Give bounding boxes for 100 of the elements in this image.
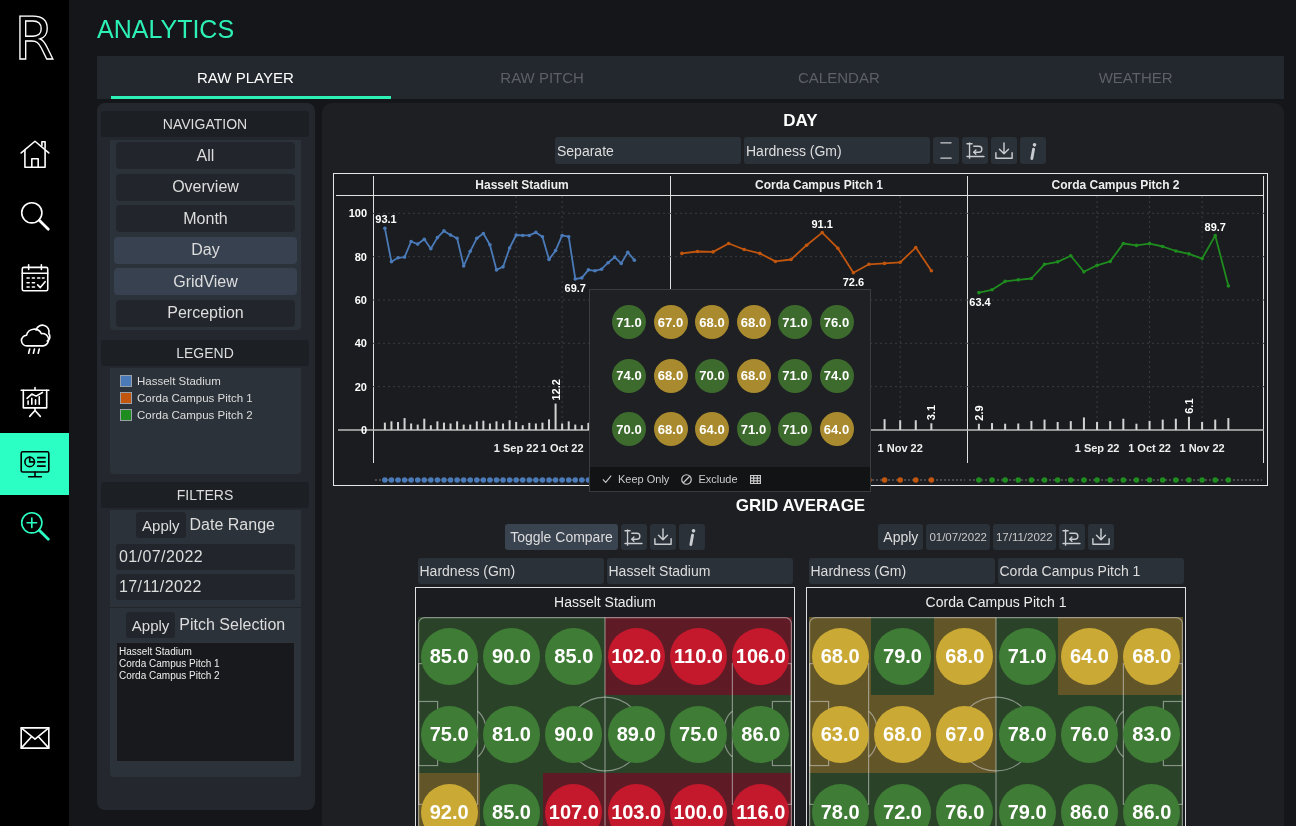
data-point — [1160, 244, 1165, 249]
download-icon — [653, 528, 672, 546]
data-bar — [914, 420, 917, 430]
value-badge: 103.0 — [607, 783, 665, 826]
data-label: 3.1 — [925, 405, 938, 421]
timeline-strip-drawing[interactable] — [968, 477, 1263, 483]
axis-label: 60 — [354, 294, 367, 306]
download-icon — [1091, 528, 1110, 546]
data-bar — [508, 420, 511, 430]
data-bar — [534, 423, 537, 430]
value-badge: 71.0 — [998, 627, 1056, 685]
value-badge: 68.0 — [936, 627, 994, 685]
data-bar — [567, 421, 570, 430]
data-point — [619, 261, 624, 266]
dropdown[interactable]: Hardness (Gm) — [744, 137, 930, 164]
data-bar — [488, 423, 491, 430]
value-badge: 74.0 — [819, 358, 854, 393]
axis-button[interactable] — [1058, 524, 1085, 550]
info-button[interactable] — [678, 524, 705, 550]
data-point — [461, 264, 466, 268]
value-badge: 72.0 — [874, 783, 931, 826]
data-bar — [1214, 419, 1217, 430]
tooltip-action-button[interactable]: Keep Only — [602, 473, 670, 485]
info-button[interactable] — [1020, 137, 1046, 164]
download-button[interactable] — [649, 524, 676, 550]
tab[interactable]: RAW PLAYER — [97, 56, 394, 99]
data-point — [566, 234, 571, 239]
value-badge: 75.0 — [670, 705, 727, 763]
data-point — [409, 239, 413, 244]
toolbar-button[interactable]: Apply — [878, 524, 924, 550]
nav-button[interactable]: All — [116, 142, 295, 169]
data-point — [1200, 256, 1204, 261]
axis-label: 20 — [354, 380, 367, 393]
data-point — [553, 248, 558, 253]
download-button[interactable] — [1087, 524, 1114, 550]
value-badge: 68.0 — [736, 358, 771, 393]
data-bar — [554, 403, 557, 430]
data-point — [481, 231, 486, 236]
value-badge: 67.0 — [653, 305, 688, 339]
list-option[interactable]: Corda Campus Pitch 1 — [119, 658, 292, 670]
axis-button[interactable] — [962, 137, 988, 164]
axis-label: 80 — [354, 250, 367, 263]
range-button[interactable] — [933, 137, 959, 164]
apply-button[interactable]: Apply — [136, 512, 186, 538]
value-badge: 85.0 — [545, 627, 603, 685]
toolbar-button[interactable]: Toggle Compare — [505, 524, 618, 550]
value-badge: 79.0 — [874, 627, 931, 685]
data-point — [1095, 263, 1099, 268]
data-point — [422, 237, 427, 242]
dropdown[interactable]: Corda Campus Pitch 1 — [997, 558, 1184, 584]
download-icon — [995, 141, 1013, 160]
legend-label: Hasselt Stadium — [137, 374, 221, 387]
legend-label: Corda Campus Pitch 2 — [137, 408, 253, 421]
date-field[interactable]: 17/11/2022 — [992, 524, 1056, 550]
grid-title: Hasselt Stadium — [553, 593, 657, 612]
data-point — [1134, 243, 1139, 248]
dropdown[interactable]: Hardness (Gm) — [808, 558, 995, 584]
nav-button[interactable]: Perception — [116, 299, 295, 327]
brand-logo: R — [14, 9, 55, 69]
axis-arrow-icon — [1062, 528, 1082, 546]
pitch-list[interactable]: Hasselt Stadium Corda Campus Pitch 1 Corda Campus Pitch 2 — [116, 642, 295, 762]
nav-button[interactable]: Overview — [116, 173, 295, 201]
data-point — [435, 235, 440, 240]
data-bar — [1187, 416, 1190, 430]
data-point — [573, 277, 578, 281]
tooltip-action-button[interactable] — [749, 474, 761, 484]
section-header: LEGEND — [101, 340, 309, 366]
value-badge: 70.0 — [695, 358, 729, 393]
data-bar — [515, 422, 518, 430]
value-badge: 86.0 — [1061, 783, 1118, 826]
section-title: GRID AVERAGE — [734, 496, 867, 516]
rail-nav-button[interactable] — [0, 433, 69, 495]
data-bar — [410, 423, 413, 430]
data-point — [1029, 276, 1034, 281]
apply-button[interactable]: Apply — [125, 612, 176, 638]
facet-title: Hasselt Stadium — [373, 176, 670, 196]
data-bar — [383, 422, 386, 430]
data-point — [501, 265, 505, 269]
data-bar — [495, 421, 498, 430]
date-field[interactable]: 01/07/2022 — [116, 544, 295, 570]
list-option[interactable]: Hasselt Stadium — [119, 646, 292, 658]
data-point — [758, 251, 762, 256]
date-field[interactable]: 01/07/2022 — [926, 524, 990, 550]
tooltip-action-button[interactable]: Exclude — [681, 473, 738, 485]
axis-button[interactable] — [620, 524, 647, 550]
page-title: ANALYTICS — [97, 14, 236, 45]
nav-button[interactable]: Day — [114, 236, 297, 264]
list-option[interactable]: Corda Campus Pitch 2 — [119, 670, 292, 682]
date-field[interactable]: 17/11/2022 — [116, 574, 295, 600]
check-icon — [602, 474, 612, 484]
nav-button[interactable]: GridView — [114, 268, 297, 296]
dropdown[interactable]: Separate — [555, 137, 741, 164]
section-title: DAY — [782, 111, 819, 131]
dropdown[interactable]: Hardness (Gm) — [417, 558, 604, 584]
download-button[interactable] — [991, 137, 1017, 164]
axis-label: 1 Oct 22 — [1128, 442, 1171, 454]
nav-button[interactable]: Month — [116, 205, 295, 233]
dropdown[interactable]: Hasselt Stadium — [606, 558, 793, 584]
data-point — [882, 261, 887, 266]
data-label: 2.9 — [972, 405, 985, 421]
